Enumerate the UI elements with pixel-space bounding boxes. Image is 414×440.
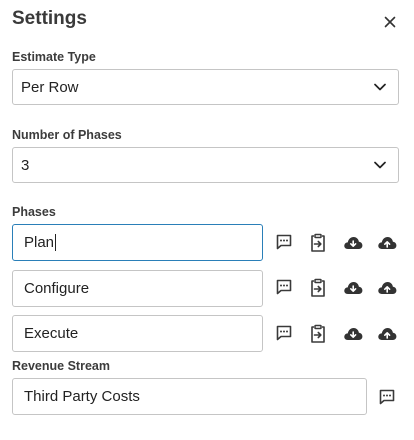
phase-import-button[interactable] [307,277,329,299]
clipboard-import-icon [311,233,325,252]
close-button[interactable] [380,12,400,32]
cloud-download-icon [344,237,363,249]
revenue-stream-input[interactable]: Third Party Costs [12,378,367,415]
phase-comment-button[interactable] [273,276,295,298]
phase-input-value: Execute [24,325,79,342]
phase-input-execute[interactable]: Execute [12,315,263,352]
number-of-phases-select[interactable]: 3 [12,147,399,183]
cloud-upload-icon [378,328,397,340]
estimate-type-label: Estimate Type [12,50,96,64]
phase-download-button[interactable] [342,323,364,345]
phase-input-value: Configure [24,280,90,297]
text-caret [55,234,57,251]
phase-comment-button[interactable] [273,322,295,344]
chevron-down-icon [374,83,386,91]
comment-icon [276,234,292,250]
phase-import-button[interactable] [307,232,329,254]
revenue-stream-value: Third Party Costs [24,388,140,405]
phase-download-button[interactable] [342,232,364,254]
phase-download-button[interactable] [342,277,364,299]
clipboard-import-icon [311,324,325,343]
close-icon [384,16,396,28]
cloud-download-icon [344,328,363,340]
phase-input-plan[interactable]: Plan [12,224,263,261]
phase-upload-button[interactable] [376,277,398,299]
comment-icon [276,279,292,295]
estimate-type-value: Per Row [21,78,79,96]
phase-upload-button[interactable] [376,323,398,345]
cloud-upload-icon [378,282,397,294]
number-of-phases-value: 3 [21,156,30,174]
comment-icon [276,325,292,341]
cloud-upload-icon [378,237,397,249]
panel-title: Settings [12,8,87,29]
phase-comment-button[interactable] [273,231,295,253]
settings-panel: Settings Estimate Type Per Row Number of… [0,0,414,440]
phase-upload-button[interactable] [376,232,398,254]
cloud-download-icon [344,282,363,294]
revenue-stream-label: Revenue Stream [12,359,110,373]
chevron-down-icon [374,161,386,169]
phase-input-configure[interactable]: Configure [12,270,263,307]
clipboard-import-icon [311,278,325,297]
comment-icon [379,389,395,405]
number-of-phases-label: Number of Phases [12,128,122,142]
phases-label: Phases [12,205,56,219]
estimate-type-select[interactable]: Per Row [12,69,399,105]
phase-input-value: Plan [24,234,55,251]
revenue-stream-comment-button[interactable] [376,386,398,408]
phase-import-button[interactable] [307,323,329,345]
